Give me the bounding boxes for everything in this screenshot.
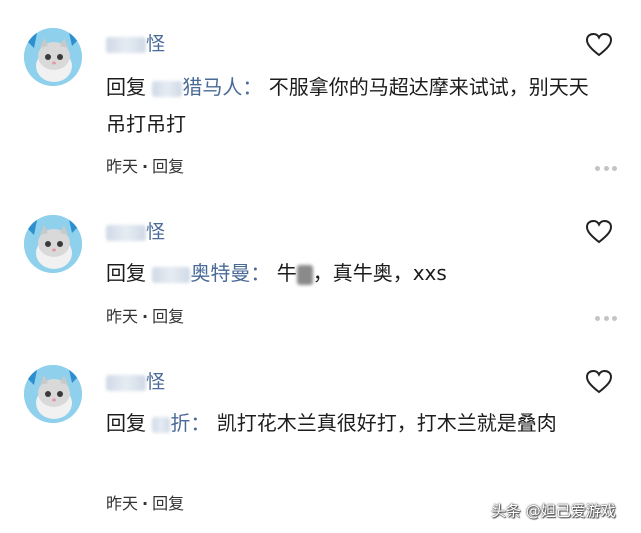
meta-separator: · xyxy=(142,307,149,326)
timestamp: 昨天 xyxy=(106,307,139,326)
comment-body-rest: ，真牛奥，xxs xyxy=(312,261,447,285)
reply-target[interactable]: 奥特曼 xyxy=(190,261,250,285)
username-text: 怪 xyxy=(146,221,166,243)
avatar[interactable] xyxy=(24,28,82,86)
avatar[interactable] xyxy=(24,215,82,273)
more-icon[interactable] xyxy=(595,314,617,322)
reply-target[interactable]: 猎马人 xyxy=(182,75,242,99)
timestamp: 昨天 xyxy=(106,494,139,513)
comment-text: 回复 折： 凯打花木兰真很好打，打木兰就是叠肉 xyxy=(106,405,596,442)
reply-word: 回复 xyxy=(106,75,146,99)
reply-colon: ： xyxy=(190,411,211,435)
username[interactable]: 怪 xyxy=(106,32,165,56)
comment-text: 回复 奥特曼： 牛 ，真牛奥，xxs xyxy=(106,255,596,292)
reply-word: 回复 xyxy=(106,411,146,435)
timestamp: 昨天 xyxy=(106,157,139,176)
meta-separator: · xyxy=(142,157,149,176)
watermark: 头条 @妲己爱游戏 xyxy=(491,502,616,520)
comment-body: 牛 xyxy=(276,261,297,285)
redacted-name xyxy=(106,224,146,241)
redacted-reply-target xyxy=(152,416,171,433)
comment-body: 凯打花木兰真很好打，打木兰就是叠肉 xyxy=(216,411,557,435)
username-text: 怪 xyxy=(146,33,166,55)
meta-separator: · xyxy=(142,494,149,513)
redacted-text xyxy=(296,264,313,285)
reply-button[interactable]: 回复 xyxy=(152,157,184,176)
reply-colon: ： xyxy=(242,75,263,99)
like-heart-icon[interactable] xyxy=(585,32,613,58)
comment-meta: 昨天 · 回复 xyxy=(106,494,184,514)
more-icon[interactable] xyxy=(595,164,617,172)
comment-meta: 昨天 · 回复 xyxy=(106,307,184,327)
username[interactable]: 怪 xyxy=(106,370,165,394)
avatar[interactable] xyxy=(24,365,82,423)
reply-target[interactable]: 折 xyxy=(170,411,190,435)
username[interactable]: 怪 xyxy=(106,220,165,244)
reply-button[interactable]: 回复 xyxy=(152,307,184,326)
like-heart-icon[interactable] xyxy=(585,219,613,245)
reply-button[interactable]: 回复 xyxy=(152,494,184,513)
redacted-reply-target xyxy=(152,266,191,283)
username-text: 怪 xyxy=(146,371,166,393)
redacted-reply-target xyxy=(152,80,183,97)
comment-meta: 昨天 · 回复 xyxy=(106,157,184,177)
redacted-name xyxy=(106,374,146,391)
reply-colon: ： xyxy=(250,261,271,285)
reply-word: 回复 xyxy=(106,261,146,285)
redacted-name xyxy=(106,36,146,53)
comment-text: 回复 猎马人： 不服拿你的马超达摩来试试，别天天吊打吊打 xyxy=(106,69,596,143)
like-heart-icon[interactable] xyxy=(585,369,613,395)
